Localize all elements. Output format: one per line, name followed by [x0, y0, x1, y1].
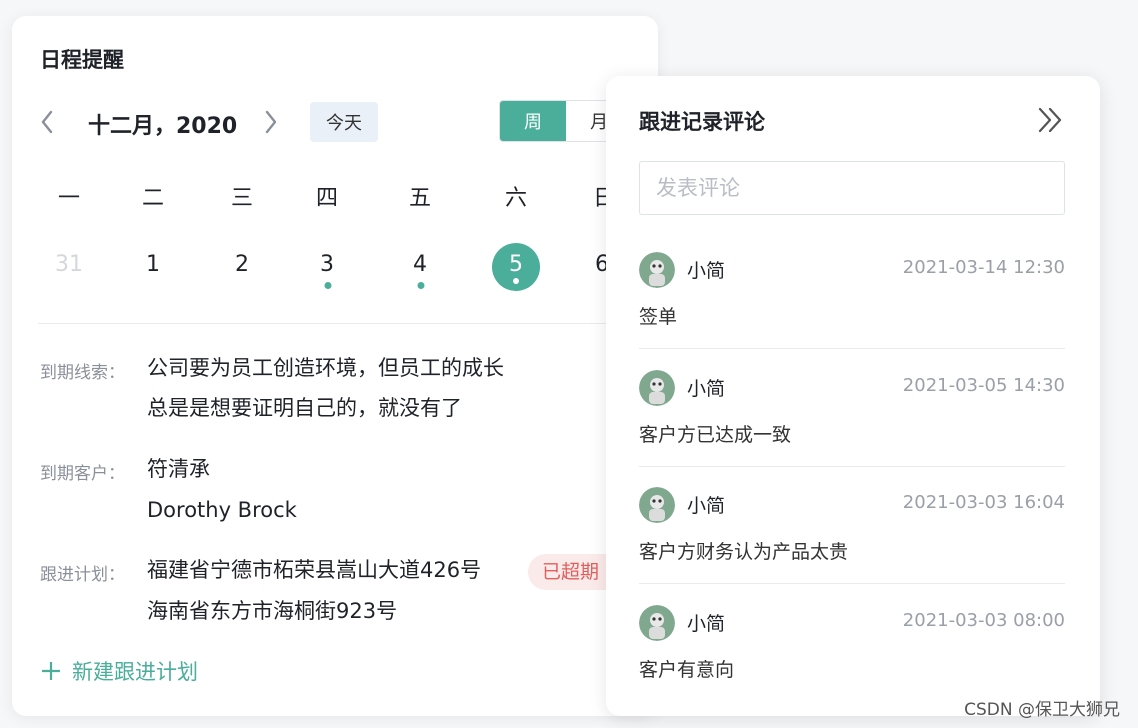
weekday-thu: 四	[315, 186, 339, 211]
follow-plan-2[interactable]: 海南省东方市海桐街923号	[147, 591, 397, 631]
comment-text: 客户有意向	[639, 659, 735, 681]
event-dot	[513, 278, 519, 284]
month-label: 十二月，2020	[88, 114, 238, 139]
comment-text: 客户方财务认为产品太贵	[639, 541, 849, 563]
day-cell[interactable]: 31	[55, 252, 83, 277]
comment-user: 小简	[687, 378, 726, 400]
next-month-icon[interactable]	[258, 107, 282, 137]
due-customers-label: 到期客户：	[40, 464, 125, 484]
day-cell[interactable]: 4	[413, 252, 427, 277]
comment-time: 2021-03-05 14:30	[902, 375, 1065, 396]
avatar[interactable]	[639, 252, 675, 288]
follow-plan-1[interactable]: 福建省宁德市柘荣县嵩山大道426号	[147, 550, 481, 590]
new-plan-button[interactable]: 新建跟进计划	[40, 656, 198, 686]
weekday-sat: 六	[504, 186, 528, 211]
day-cell[interactable]: 1	[146, 252, 160, 277]
comment-time: 2021-03-03 16:04	[902, 492, 1065, 513]
comment-user: 小简	[687, 613, 726, 635]
due-customer-2[interactable]: Dorothy Brock	[147, 490, 297, 530]
collapse-double-chevron-icon[interactable]	[1034, 104, 1066, 136]
schedule-title: 日程提醒	[40, 48, 124, 72]
avatar[interactable]	[639, 605, 675, 641]
selected-day-cell[interactable]: 5	[492, 243, 540, 291]
watermark: CSDN @保卫大狮兄	[964, 700, 1120, 720]
comments-panel: 跟进记录评论 小简 2021-03-14 12:30 签单 小简 2021-03…	[606, 76, 1100, 716]
day-cell[interactable]: 2	[235, 252, 249, 277]
comment-divider	[639, 348, 1065, 349]
schedule-card: 日程提醒 十二月，2020 今天 周 月 一 二 三 四 五 六 日 31 1 …	[12, 16, 659, 716]
comment-user: 小简	[687, 260, 726, 282]
comments-title: 跟进记录评论	[639, 110, 765, 134]
new-plan-label: 新建跟进计划	[72, 660, 198, 684]
comment-text: 签单	[639, 306, 678, 328]
weekday-mon: 一	[57, 186, 81, 211]
due-leads-line-1[interactable]: 公司要为员工创造环境，但员工的成长	[147, 348, 504, 388]
event-dot	[417, 282, 425, 289]
weekday-fri: 五	[408, 186, 432, 211]
comment-divider	[639, 583, 1065, 584]
plus-icon	[42, 662, 60, 680]
avatar[interactable]	[639, 370, 675, 406]
due-leads-line-2[interactable]: 总是是想要证明自己的，就没有了	[147, 388, 462, 428]
avatar[interactable]	[639, 487, 675, 523]
prev-month-icon[interactable]	[36, 107, 60, 137]
week-view-tab[interactable]: 周	[500, 101, 566, 141]
comment-divider	[639, 466, 1065, 467]
comment-input[interactable]	[639, 161, 1065, 215]
comment-time: 2021-03-03 08:00	[902, 610, 1065, 631]
weekday-tue: 二	[141, 186, 165, 211]
comment-text: 客户方已达成一致	[639, 424, 792, 446]
day-cell[interactable]: 3	[320, 252, 334, 277]
due-leads-label: 到期线索：	[40, 363, 125, 383]
divider	[38, 323, 648, 324]
comment-time: 2021-03-14 12:30	[902, 257, 1065, 278]
event-dot	[324, 282, 332, 289]
follow-plan-label: 跟进计划：	[40, 565, 125, 585]
today-button[interactable]: 今天	[310, 102, 378, 142]
comment-user: 小简	[687, 495, 726, 517]
weekday-wed: 三	[230, 186, 254, 211]
selected-day-number: 5	[509, 252, 523, 277]
due-customer-1[interactable]: 符清承	[147, 449, 210, 489]
